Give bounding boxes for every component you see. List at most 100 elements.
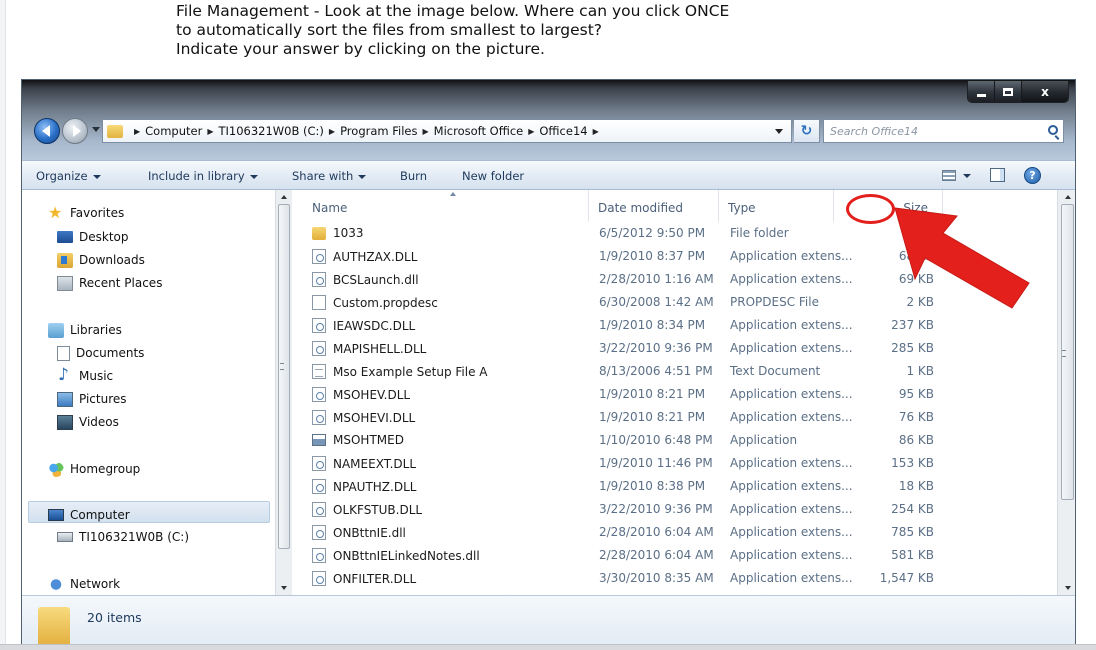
file-date-modified: 6/30/2008 1:42 AM xyxy=(599,295,714,309)
file-name-cell[interactable]: MSOHTMED xyxy=(312,433,404,447)
navigation-pane-scrollbar[interactable] xyxy=(275,190,292,595)
file-name-cell[interactable]: ONFILTER.DLL xyxy=(312,571,416,586)
file-row[interactable]: NPAUTHZ.DLL 1/9/2010 8:38 PM Application e… xyxy=(294,476,1057,496)
file-row[interactable]: ONFILTER.DLL 3/30/2010 8:35 AM Application… xyxy=(294,568,1057,588)
file-name-cell[interactable]: BCSLaunch.dll xyxy=(312,272,419,287)
file-size: 18 KB xyxy=(898,479,934,493)
address-bar[interactable]: ▶ Computer ▶ TI106321W0B (C:) ▶ Program … xyxy=(102,119,792,143)
share-with-label: Share with xyxy=(292,169,354,183)
breadcrumb-program-files[interactable]: Program Files xyxy=(340,124,417,138)
file-row[interactable]: MSOHTMED 1/10/2010 6:48 PM Application 86 K… xyxy=(294,430,1057,450)
breadcrumb-microsoft-office[interactable]: Microsoft Office xyxy=(434,124,524,138)
search-icon[interactable] xyxy=(1048,125,1058,135)
breadcrumb-separator-icon[interactable]: ▶ xyxy=(134,127,140,136)
nav-music-label: Music xyxy=(79,369,114,383)
file-row[interactable]: AUTHZAX.DLL 1/9/2010 8:37 PM Application e… xyxy=(294,246,1057,266)
file-row[interactable]: OLKFSTUB.DLL 3/22/2010 9:36 PM Application… xyxy=(294,499,1057,519)
breadcrumb-office14[interactable]: Office14 xyxy=(539,124,587,138)
scroll-down-icon[interactable] xyxy=(1065,586,1071,590)
nav-homegroup[interactable]: Homegroup xyxy=(48,459,140,479)
nav-recent-places[interactable]: Recent Places xyxy=(57,273,162,293)
file-size: 785 KB xyxy=(891,525,934,539)
nav-pictures[interactable]: Pictures xyxy=(57,389,127,409)
minimize-button[interactable] xyxy=(968,81,995,102)
share-with-button[interactable]: Share with xyxy=(292,169,367,183)
burn-button[interactable]: Burn xyxy=(400,169,427,183)
file-name-cell[interactable]: NPAUTHZ.DLL xyxy=(312,479,416,494)
back-button[interactable] xyxy=(34,118,60,144)
file-row[interactable]: IEAWSDC.DLL 1/9/2010 8:34 PM Application e… xyxy=(294,315,1057,335)
column-header-type[interactable]: Type xyxy=(720,190,834,222)
file-row[interactable]: ONBttnIELinkedNotes.dll 2/28/2010 6:04 AM… xyxy=(294,545,1057,565)
file-name-cell[interactable]: NAMEEXT.DLL xyxy=(312,456,416,471)
file-row[interactable]: Custom.propdesc 6/30/2008 1:42 AM PROPDESC… xyxy=(294,292,1057,312)
file-row[interactable]: MSOHEVI.DLL 1/9/2010 8:21 PM Application e… xyxy=(294,407,1057,427)
dll-icon xyxy=(312,387,326,402)
nav-desktop[interactable]: Desktop xyxy=(57,227,129,247)
breadcrumb-separator-icon[interactable]: ▶ xyxy=(329,127,335,136)
nav-videos[interactable]: Videos xyxy=(57,412,119,432)
nav-music[interactable]: Music xyxy=(57,365,114,386)
refresh-button[interactable]: ↻ xyxy=(794,119,820,143)
dll-icon xyxy=(312,479,326,494)
column-header-size[interactable]: Size xyxy=(835,190,943,222)
file-list-scrollbar[interactable] xyxy=(1057,190,1075,595)
file-name: MSOHEVI.DLL xyxy=(333,410,416,425)
column-header-date-modified[interactable]: Date modified xyxy=(590,190,719,222)
file-row[interactable]: Mso Example Setup File A 8/13/2006 4:51 P… xyxy=(294,361,1057,381)
search-input[interactable] xyxy=(824,120,1039,143)
column-header-name[interactable]: Name xyxy=(304,190,589,222)
nav-favorites[interactable]: Favorites xyxy=(48,203,124,223)
organize-button[interactable]: Organize xyxy=(36,169,101,183)
forward-button[interactable] xyxy=(62,118,88,144)
file-row[interactable]: MSOHEV.DLL 1/9/2010 8:21 PM Application ex… xyxy=(294,384,1057,404)
scroll-up-icon[interactable] xyxy=(281,195,287,199)
nav-libraries[interactable]: Libraries xyxy=(48,320,122,340)
file-row[interactable]: NAMEEXT.DLL 1/9/2010 11:46 PM Application … xyxy=(294,453,1057,473)
address-history-dropdown[interactable] xyxy=(775,128,783,134)
file-name-cell[interactable]: MSOHEVI.DLL xyxy=(312,410,415,425)
recent-pages-dropdown[interactable] xyxy=(92,127,100,132)
new-folder-button[interactable]: New folder xyxy=(462,169,524,183)
close-button[interactable]: x xyxy=(1022,81,1068,102)
file-row[interactable]: BCSLaunch.dll 2/28/2010 1:16 AM Applicatio… xyxy=(294,269,1057,289)
change-view-icon[interactable] xyxy=(942,170,956,181)
maximize-button[interactable] xyxy=(995,81,1022,102)
breadcrumb-computer[interactable]: Computer xyxy=(145,124,202,138)
include-in-library-button[interactable]: Include in library xyxy=(148,169,258,183)
file-name-cell[interactable]: Custom.propdesc xyxy=(312,295,438,310)
file-name-cell[interactable]: IEAWSDC.DLL xyxy=(312,318,415,333)
command-bar: Organize Include in library Share with B… xyxy=(22,160,1075,190)
file-name-cell[interactable]: ONBttnIELinkedNotes.dll xyxy=(312,548,480,563)
breadcrumb-separator-icon[interactable]: ▶ xyxy=(207,127,213,136)
nav-network[interactable]: Network xyxy=(48,574,120,594)
file-name-cell[interactable]: MSOHEV.DLL xyxy=(312,387,410,402)
file-name-cell[interactable]: AUTHZAX.DLL xyxy=(312,249,417,264)
file-size: 2 KB xyxy=(906,295,934,309)
search-box[interactable] xyxy=(823,119,1064,143)
breadcrumb-separator-icon[interactable]: ▶ xyxy=(593,127,599,136)
nav-documents[interactable]: Documents xyxy=(57,343,144,363)
file-name-cell[interactable]: OLKFSTUB.DLL xyxy=(312,502,422,517)
preview-pane-icon[interactable] xyxy=(990,168,1005,182)
scroll-up-icon[interactable] xyxy=(1065,195,1071,199)
nav-drive-c[interactable]: TI106321W0B (C:) xyxy=(57,527,189,547)
breadcrumb-drive[interactable]: TI106321W0B (C:) xyxy=(218,124,323,138)
file-row[interactable]: ONBttnIE.dll 2/28/2010 6:04 AM Application… xyxy=(294,522,1057,542)
file-name-cell[interactable]: 1033 xyxy=(312,226,364,240)
nav-computer[interactable]: Computer xyxy=(48,505,130,525)
file-name-cell[interactable]: Mso Example Setup File A xyxy=(312,364,487,379)
help-icon[interactable]: ? xyxy=(1024,167,1041,184)
view-options-dropdown[interactable] xyxy=(963,174,971,178)
breadcrumb-separator-icon[interactable]: ▶ xyxy=(528,127,534,136)
breadcrumb-separator-icon[interactable]: ▶ xyxy=(423,127,429,136)
file-name-cell[interactable]: MAPISHELL.DLL xyxy=(312,341,426,356)
scroll-down-icon[interactable] xyxy=(281,586,287,590)
nav-downloads[interactable]: Downloads xyxy=(57,250,145,270)
dll-icon xyxy=(312,548,326,563)
scrollbar-thumb[interactable] xyxy=(278,204,290,549)
file-name-cell[interactable]: ONBttnIE.dll xyxy=(312,525,406,540)
file-row[interactable]: 1033 6/5/2012 9:50 PM File folder xyxy=(294,223,1057,243)
navigation-bar: ▶ Computer ▶ TI106321W0B (C:) ▶ Program … xyxy=(34,118,1064,144)
file-row[interactable]: MAPISHELL.DLL 3/22/2010 9:36 PM Applicatio… xyxy=(294,338,1057,358)
